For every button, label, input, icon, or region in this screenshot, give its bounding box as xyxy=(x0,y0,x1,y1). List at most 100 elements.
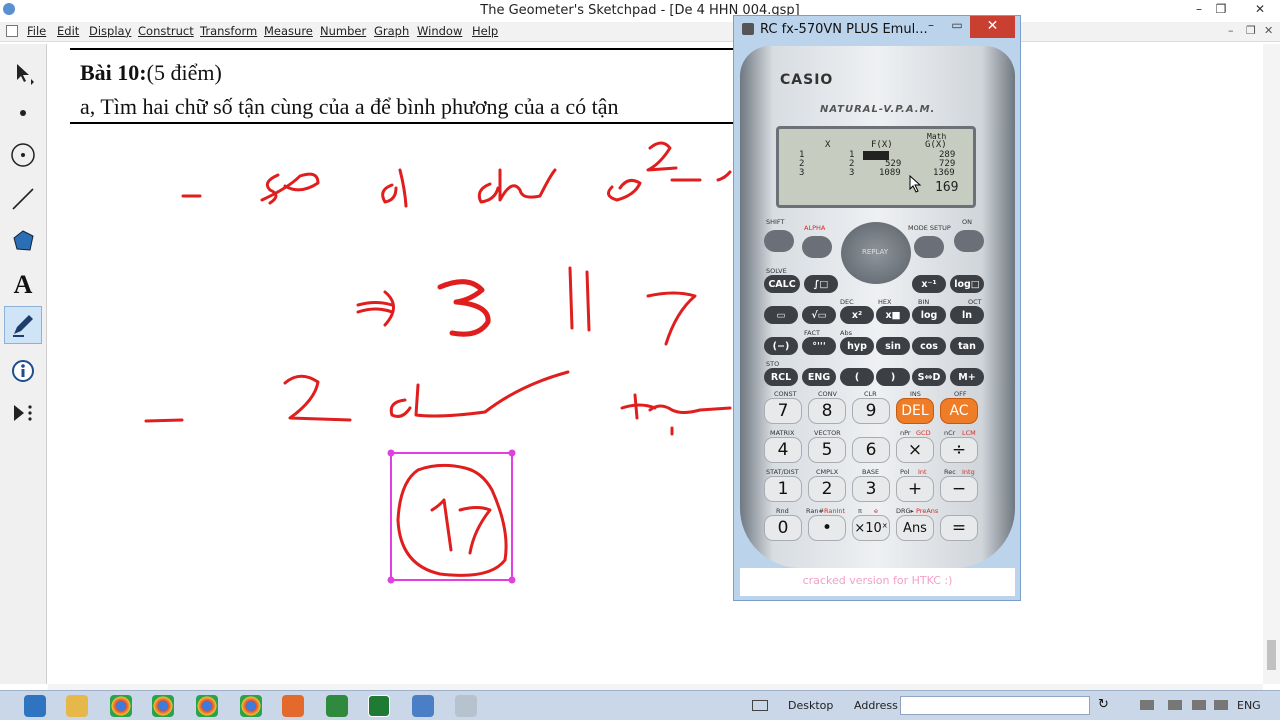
calculator-taskbar-icon[interactable] xyxy=(455,695,477,717)
key-1[interactable]: 1 xyxy=(764,476,802,502)
const-label: CONST xyxy=(774,390,797,398)
start-button-icon[interactable] xyxy=(24,695,46,717)
equals-key[interactable]: = xyxy=(940,515,978,541)
chrome-icon[interactable] xyxy=(152,695,174,717)
header-gx: G(X) xyxy=(925,140,947,150)
multiply-key[interactable]: × xyxy=(896,437,934,463)
cos-key[interactable]: cos xyxy=(912,337,946,355)
on-label: ON xyxy=(962,218,972,226)
vertical-scrollbar[interactable] xyxy=(1263,44,1280,684)
key-5[interactable]: 5 xyxy=(808,437,846,463)
calc-key[interactable]: CALC xyxy=(764,275,800,293)
power-key[interactable]: x■ xyxy=(876,306,910,324)
explorer-icon[interactable] xyxy=(66,695,88,717)
cell-g: 1369 xyxy=(933,168,955,178)
chrome-icon[interactable] xyxy=(110,695,132,717)
ac-key[interactable]: AC xyxy=(940,398,978,424)
hyp-key[interactable]: hyp xyxy=(840,337,874,355)
volume-icon[interactable] xyxy=(1214,700,1228,710)
language-indicator[interactable]: ENG xyxy=(1237,699,1261,712)
degree-key[interactable]: °''' xyxy=(802,337,836,355)
intg-label: Intg xyxy=(962,468,975,476)
ink-d-word xyxy=(389,370,570,418)
m-plus-key[interactable]: M+ xyxy=(950,368,984,386)
refresh-icon[interactable]: ↻ xyxy=(1098,697,1109,712)
alpha-key[interactable] xyxy=(802,236,832,258)
chrome-icon[interactable] xyxy=(196,695,218,717)
ranint-label: RanInt xyxy=(824,507,846,515)
key-0[interactable]: 0 xyxy=(764,515,802,541)
ink-digit-3 xyxy=(437,279,491,337)
fraction-key[interactable]: ▭ xyxy=(764,306,798,324)
key-7[interactable]: 7 xyxy=(764,398,802,424)
rcl-key[interactable]: RCL xyxy=(764,368,798,386)
calc-close-button[interactable]: ✕ xyxy=(970,16,1015,38)
sin-key[interactable]: sin xyxy=(876,337,910,355)
key-9[interactable]: 9 xyxy=(852,398,890,424)
calc-maximize-button[interactable]: ▭ xyxy=(946,18,968,32)
divide-key[interactable]: ÷ xyxy=(940,437,978,463)
log-key[interactable]: log xyxy=(912,306,946,324)
integral-key[interactable]: ∫□ xyxy=(804,275,838,293)
excel-icon[interactable] xyxy=(368,695,390,717)
ink-dash-3 xyxy=(144,418,184,423)
del-key[interactable]: DEL xyxy=(896,398,934,424)
key-3[interactable]: 3 xyxy=(852,476,890,502)
keyboard-icon[interactable] xyxy=(752,700,768,711)
negative-key[interactable]: (−) xyxy=(764,337,798,355)
sketchpad-icon[interactable] xyxy=(412,695,434,717)
pdf-icon[interactable] xyxy=(282,695,304,717)
s-d-key[interactable]: S⇔D xyxy=(912,368,946,386)
ink-so-word xyxy=(260,172,320,205)
footer-text: cracked version for HTKC :) xyxy=(802,574,953,587)
scroll-thumb[interactable] xyxy=(1267,640,1276,670)
header-fx: F(X) xyxy=(871,140,893,150)
minus-key[interactable]: − xyxy=(940,476,978,502)
taskbar: Desktop Address ↻ ENG xyxy=(0,690,1280,720)
log-base-key[interactable]: log□ xyxy=(950,275,984,293)
ink-double-bar xyxy=(568,266,591,332)
square-key[interactable]: x² xyxy=(840,306,874,324)
key-8[interactable]: 8 xyxy=(808,398,846,424)
ink-o-word xyxy=(381,168,408,208)
key-6[interactable]: 6 xyxy=(852,437,890,463)
decimal-key[interactable]: • xyxy=(808,515,846,541)
sqrt-key[interactable]: √▭ xyxy=(802,306,836,324)
desktop-toolbar-label[interactable]: Desktop xyxy=(788,699,833,712)
key-2[interactable]: 2 xyxy=(808,476,846,502)
lcm-label: LCM xyxy=(962,429,976,437)
ink-digit-7b xyxy=(458,506,492,555)
ln-key[interactable]: ln xyxy=(950,306,984,324)
header-x: X xyxy=(825,140,831,150)
chrome-icon[interactable] xyxy=(240,695,262,717)
on-key[interactable] xyxy=(954,230,984,252)
plus-key[interactable]: + xyxy=(896,476,934,502)
int-label: Int xyxy=(918,468,927,476)
npr-label: nPr xyxy=(900,429,911,437)
excel-icon[interactable] xyxy=(326,695,348,717)
calculator-window[interactable]: RC fx-570VN PLUS Emul... – ▭ ✕ CASIO NAT… xyxy=(733,15,1021,601)
off-label: OFF xyxy=(954,390,967,398)
reciprocal-key[interactable]: x⁻¹ xyxy=(912,275,946,293)
address-input[interactable] xyxy=(900,696,1090,715)
eng-key[interactable]: ENG xyxy=(802,368,836,386)
calc-minimize-button[interactable]: – xyxy=(920,18,942,32)
key-4[interactable]: 4 xyxy=(764,437,802,463)
sto-label: STO xyxy=(766,360,780,368)
exp-key[interactable]: ×10ˣ xyxy=(852,515,890,541)
shift-key[interactable] xyxy=(764,230,794,252)
ink-tan-word xyxy=(620,393,732,436)
network-icon[interactable] xyxy=(1168,700,1182,710)
close-paren-key[interactable]: ) xyxy=(876,368,910,386)
replay-dpad[interactable]: REPLAY xyxy=(841,222,911,284)
tan-key[interactable]: tan xyxy=(950,337,984,355)
mode-key[interactable] xyxy=(914,236,944,258)
tray-icon[interactable] xyxy=(1140,700,1154,710)
mode-label: MODE SETUP xyxy=(908,224,951,232)
rec-label: Rec xyxy=(944,468,956,476)
dec-label: DEC xyxy=(840,298,854,306)
ans-key[interactable]: Ans xyxy=(896,515,934,541)
open-paren-key[interactable]: ( xyxy=(840,368,874,386)
bin-label: BIN xyxy=(918,298,930,306)
flag-icon[interactable] xyxy=(1192,700,1206,710)
